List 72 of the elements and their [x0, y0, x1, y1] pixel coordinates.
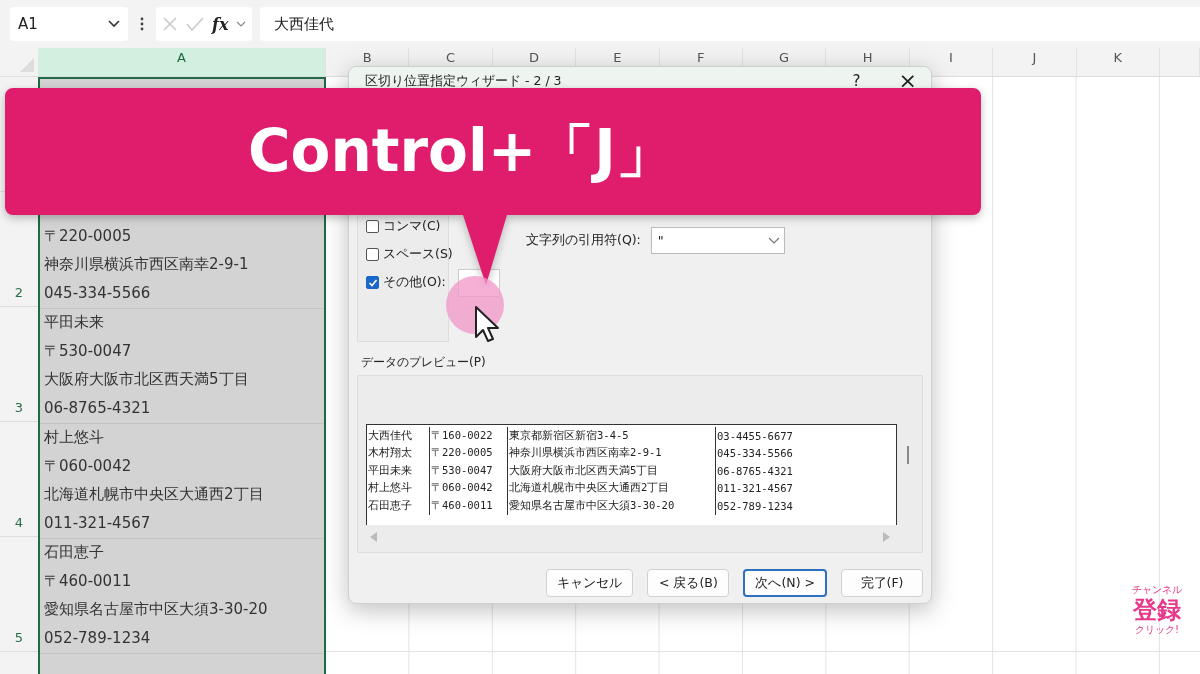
preview-cell: 〒220-0005 [429, 444, 507, 462]
cell-text: 村上悠斗 [44, 427, 105, 448]
preview-cell: 大阪府大阪市北区西天満5丁目 [507, 462, 715, 480]
scrollbar-thumb[interactable] [907, 446, 909, 464]
cell-text: 045-334-5566 [44, 282, 152, 304]
preview-cell: 〒160-0022 [429, 427, 507, 445]
chevron-down-icon[interactable] [236, 20, 247, 28]
preview-cell: 011-321-4567 [715, 479, 896, 497]
preview-cell-text: 大西佳代 [367, 427, 413, 443]
checkbox[interactable] [366, 220, 379, 233]
cell-text: 北海道札幌市中央区大通西2丁目 [44, 484, 265, 505]
checkbox[interactable] [366, 276, 379, 289]
scroll-right-icon[interactable] [882, 532, 890, 542]
text-qualifier-dropdown[interactable]: " [650, 227, 785, 254]
field-label: 文字列の引用符(Q): [526, 232, 641, 249]
chevron-down-icon [767, 236, 780, 245]
cell-text: 大阪府大阪市北区西天満5丁目 [44, 369, 250, 390]
badge-caption[interactable]: チャンネル [1132, 584, 1182, 596]
cell-text: 052-789-1234 [44, 627, 152, 649]
preview-cell: 045-334-5566 [715, 444, 896, 462]
cell-text: 石田恵子 [44, 542, 105, 563]
cursor-icon [474, 305, 500, 343]
column-header[interactable]: J [993, 48, 1077, 76]
preview-cell-text: 平田未来 [367, 462, 413, 478]
section-label: データのプレビュー(P) [361, 354, 487, 371]
preview-cell: 北海道札幌市中央区大通西2丁目 [507, 479, 715, 497]
dialog-button[interactable]: < 戻る(B) [647, 569, 730, 597]
preview-cell-text: 木村翔太 [367, 445, 413, 461]
formula-field[interactable]: 大西佳代 [260, 7, 1200, 41]
cell-text: 神奈川県横浜市西区南幸2-9-1 [44, 254, 250, 275]
dialog-button[interactable]: 次へ(N) > [743, 569, 827, 597]
checkbox[interactable] [366, 248, 379, 261]
cell-text: 平田未来 [44, 312, 105, 333]
scroll-left-icon[interactable] [370, 532, 378, 542]
preview-cell: 〒060-0042 [429, 479, 507, 497]
shortcut-caption: Control+「J」 [248, 116, 674, 186]
cell-text: 〒460-0011 [44, 570, 133, 592]
row-number[interactable]: 2 [14, 285, 24, 300]
dialog-button[interactable]: キャンセル [546, 569, 634, 597]
badge-caption[interactable]: クリック! [1135, 624, 1179, 636]
row-number[interactable]: 3 [14, 400, 24, 415]
cell-text: 〒220-0005 [44, 225, 133, 247]
preview-cell: 東京都新宿区新宿3-4-5 [507, 427, 715, 445]
preview-cell-text: 石田恵子 [367, 497, 413, 513]
preview-cell: 052-789-1234 [715, 497, 896, 515]
cell-text: 〒060-0042 [44, 455, 133, 477]
name-box[interactable]: A1 [10, 7, 128, 41]
cancel-icon[interactable] [162, 16, 178, 32]
cell-text: 愛知県名古屋市中区大須3-30-20 [44, 599, 269, 620]
cell-text: 011-321-4567 [44, 512, 152, 534]
row-number[interactable]: 5 [14, 630, 24, 645]
preview-cell: 〒530-0047 [429, 462, 507, 480]
checkbox-label[interactable]: その他(O): [383, 274, 446, 291]
more-options-icon[interactable] [140, 17, 144, 31]
preview-cell: 神奈川県横浜市西区南幸2-9-1 [507, 444, 715, 462]
insert-function-button[interactable]: fx [212, 14, 229, 34]
chevron-down-icon [108, 20, 120, 28]
preview-cell: 〒460-0011 [429, 497, 507, 515]
cell-text: 06-8765-4321 [44, 397, 152, 419]
preview-cell: 03-4455-6677 [715, 427, 896, 445]
preview-cell: 愛知県名古屋市中区大須3-30-20 [507, 497, 715, 515]
cell-text: 〒530-0047 [44, 340, 133, 362]
subscribe-link[interactable]: 登録 [1133, 596, 1181, 624]
column-header[interactable]: A [38, 48, 326, 76]
checkbox-label[interactable]: コンマ(C) [383, 218, 441, 235]
dialog-button[interactable]: 完了(F) [841, 569, 923, 597]
column-header[interactable]: K [1076, 48, 1160, 76]
preview-cell: 06-8765-4321 [715, 462, 896, 480]
check-icon[interactable] [186, 17, 204, 31]
row-number[interactable]: 4 [14, 515, 24, 530]
preview-cell-text: 村上悠斗 [367, 480, 413, 496]
checkbox-label[interactable]: スペース(S) [383, 246, 453, 263]
